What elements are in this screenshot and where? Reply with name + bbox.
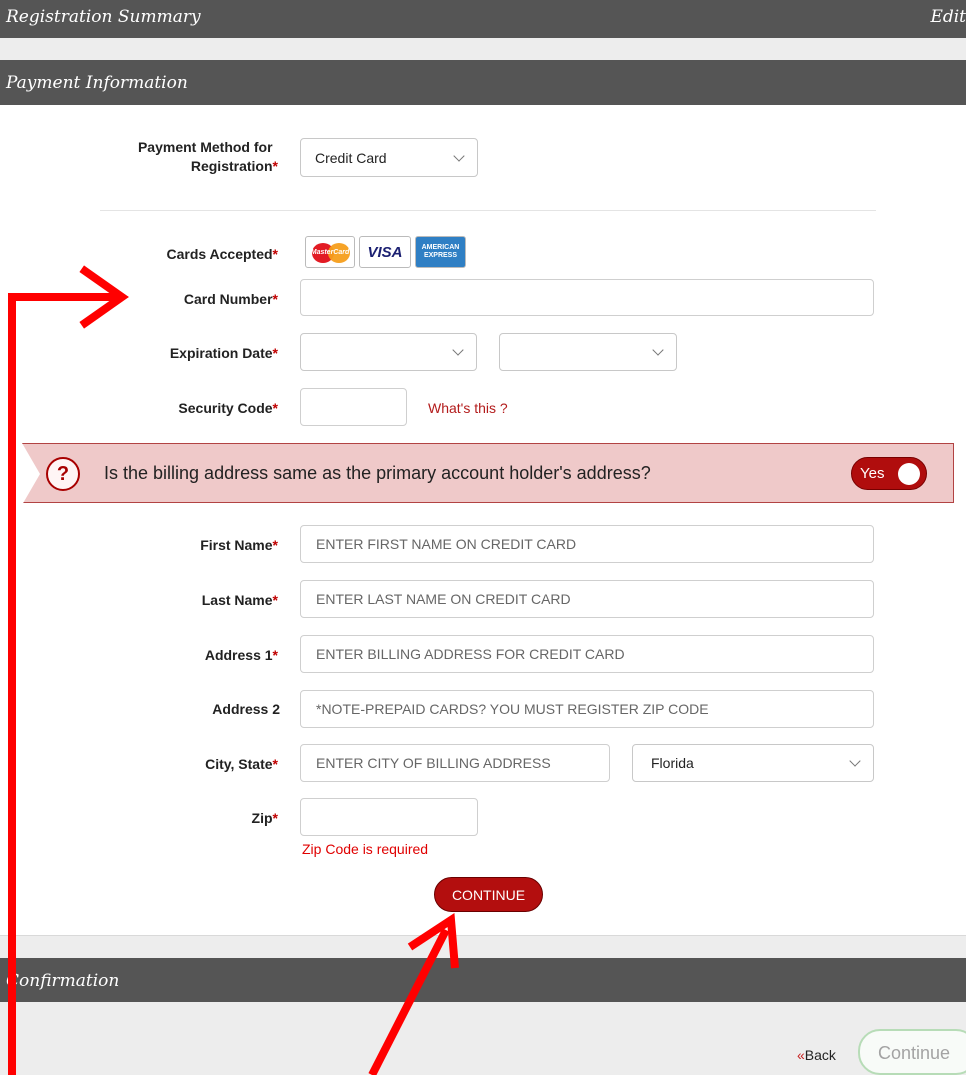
mastercard-logo-icon: MasterCard — [305, 236, 355, 268]
expiration-year-select[interactable] — [499, 333, 677, 371]
required-mark: * — [272, 592, 278, 608]
security-code-input[interactable] — [300, 388, 407, 426]
billing-same-toggle[interactable]: Yes — [851, 457, 927, 490]
payment-method-label: Payment Method for Registration* — [123, 138, 278, 176]
payment-information-bar: Payment Information — [0, 60, 966, 105]
card-number-input[interactable] — [300, 279, 874, 316]
banner-notch — [22, 443, 40, 505]
question-icon: ? — [46, 457, 80, 491]
required-mark: * — [272, 400, 278, 416]
continue-button[interactable]: CONTINUE — [434, 877, 543, 912]
required-mark: * — [272, 810, 278, 826]
city-state-label-text: City, State — [205, 756, 273, 772]
expiration-month-select[interactable] — [300, 333, 477, 371]
security-code-label-text: Security Code — [178, 400, 273, 416]
amex-logo-text: AMERICAN EXPRESS — [421, 244, 460, 259]
expiration-date-label-text: Expiration Date — [169, 345, 273, 361]
last-name-label: Last Name* — [202, 592, 278, 608]
zip-label: Zip* — [252, 810, 278, 826]
address1-label-text: Address 1 — [204, 647, 273, 663]
address2-label-text: Address 2 — [212, 701, 280, 717]
section-spacer — [0, 38, 966, 60]
expiration-date-label: Expiration Date* — [170, 345, 278, 361]
footer-continue-button[interactable]: Continue — [858, 1029, 966, 1075]
mastercard-logo-text: MasterCard — [310, 248, 350, 256]
divider — [100, 210, 876, 211]
chevron-down-icon — [652, 344, 664, 356]
toggle-label: Yes — [860, 465, 885, 482]
payment-method-label-text: Payment Method for Registration — [137, 139, 273, 174]
billing-address-banner: ? Is the billing address same as the pri… — [22, 443, 954, 505]
cards-accepted-label: Cards Accepted* — [166, 246, 278, 262]
zip-label-text: Zip — [251, 810, 273, 826]
double-chevron-left-icon: « — [797, 1047, 805, 1063]
amex-logo-icon: AMERICAN EXPRESS — [415, 236, 466, 268]
visa-logo-icon: VISA — [359, 236, 411, 268]
required-mark: * — [272, 756, 278, 772]
card-number-label-text: Card Number — [183, 291, 273, 307]
billing-question-text: Is the billing address same as the prima… — [104, 463, 651, 483]
last-name-input[interactable] — [300, 580, 874, 618]
first-name-input[interactable] — [300, 525, 874, 563]
address1-input[interactable] — [300, 635, 874, 673]
required-mark: * — [272, 345, 278, 361]
payment-information-title: Payment Information — [6, 73, 188, 93]
back-label: Back — [804, 1047, 836, 1063]
required-mark: * — [272, 158, 278, 174]
toggle-knob — [898, 463, 920, 485]
chevron-down-icon — [453, 149, 465, 162]
chevron-down-icon — [452, 344, 464, 356]
city-input[interactable] — [300, 744, 610, 782]
chevron-down-icon — [849, 755, 861, 767]
address1-label: Address 1* — [205, 647, 278, 663]
required-mark: * — [272, 647, 278, 663]
required-mark: * — [272, 291, 278, 307]
address2-label: Address 2 — [212, 701, 280, 717]
required-mark: * — [272, 246, 278, 262]
confirmation-bar: Confirmation — [0, 958, 966, 1002]
section-spacer — [0, 935, 966, 958]
state-select[interactable]: Florida — [632, 744, 874, 782]
whats-this-link[interactable]: What's this ? — [428, 400, 508, 416]
confirmation-title: Confirmation — [6, 971, 120, 991]
zip-error-message: Zip Code is required — [302, 841, 429, 857]
security-code-label: Security Code* — [178, 400, 278, 416]
address2-input[interactable] — [300, 690, 874, 728]
required-mark: * — [272, 537, 278, 553]
payment-method-value: Credit Card — [315, 149, 387, 166]
registration-summary-title: Registration Summary — [6, 7, 201, 27]
first-name-label-text: First Name — [200, 537, 273, 553]
registration-summary-bar: Registration Summary Edit — [0, 0, 966, 38]
edit-link[interactable]: Edit — [930, 7, 966, 27]
state-value: Florida — [651, 755, 694, 771]
payment-method-select[interactable]: Credit Card — [300, 138, 478, 177]
last-name-label-text: Last Name — [201, 592, 273, 608]
cards-accepted-label-text: Cards Accepted — [166, 246, 273, 262]
zip-input[interactable] — [300, 798, 478, 836]
visa-logo-text: VISA — [367, 243, 403, 261]
footer-nav: «Back Continue — [0, 1002, 966, 1075]
card-number-label: Card Number* — [184, 291, 278, 307]
back-link[interactable]: «Back — [797, 1047, 836, 1063]
city-state-label: City, State* — [205, 756, 278, 772]
first-name-label: First Name* — [200, 537, 278, 553]
